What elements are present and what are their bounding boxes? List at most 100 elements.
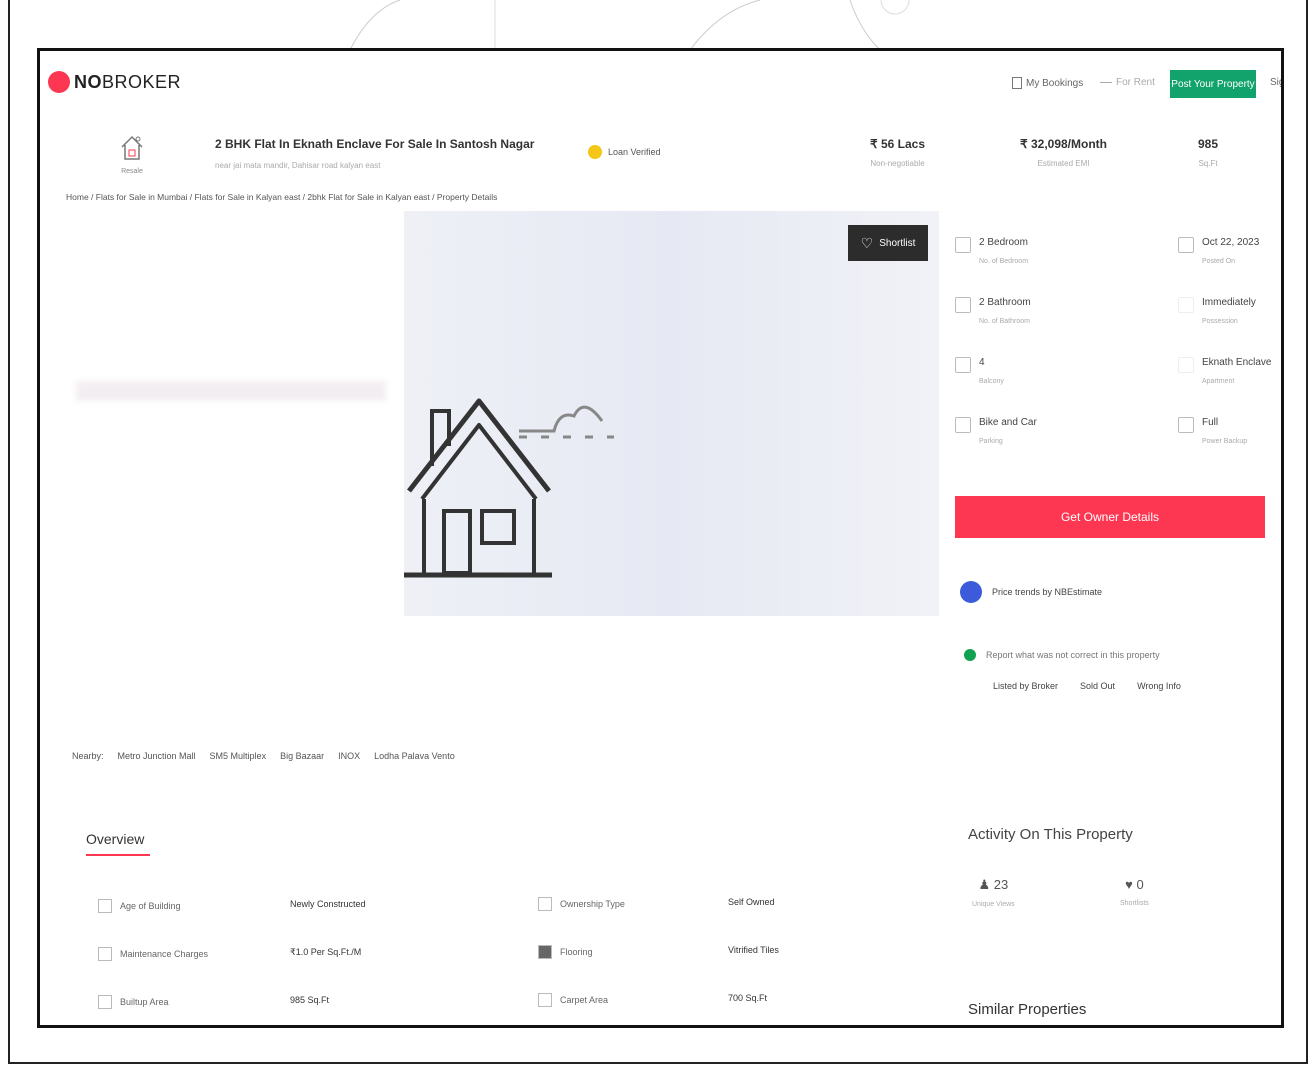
spec-bedroom-value: 2 Bedroom	[979, 237, 1028, 248]
unique-views-value: 23	[993, 877, 1009, 892]
nearby-places: Nearby: Metro Junction Mall SM5 Multiple…	[72, 751, 455, 761]
nearby-item[interactable]: Big Bazaar	[280, 751, 324, 761]
dash-icon	[1100, 82, 1112, 83]
price-value: ₹ 56 Lacs	[870, 137, 926, 151]
bed-icon	[955, 237, 971, 253]
nearby-item[interactable]: SM5 Multiplex	[210, 751, 267, 761]
logo-prefix: NO	[74, 71, 102, 92]
nearby-item[interactable]: Metro Junction Mall	[118, 751, 196, 761]
loan-verified-icon	[588, 145, 602, 159]
price-trends-label: Price trends by NBEstimate	[992, 587, 1103, 597]
overview-builtup-label-text: Builtup Area	[120, 997, 169, 1007]
spec-posted-value: Oct 22, 2023	[1202, 237, 1260, 248]
loan-verified-label: Loan Verified	[608, 147, 661, 157]
spec-balcony-label: Balcony	[979, 378, 1004, 385]
report-sold-out[interactable]: Sold Out	[1080, 681, 1115, 691]
maintenance-icon	[98, 947, 112, 961]
house-placeholder-icon	[404, 398, 614, 578]
blurred-text	[76, 381, 386, 401]
ownership-icon	[538, 897, 552, 911]
report-listed-by-broker[interactable]: Listed by Broker	[993, 681, 1058, 691]
price-block: ₹ 56 Lacs Non-negotiable	[870, 137, 925, 168]
spec-power-label: Power Backup	[1202, 438, 1248, 445]
overview-carpet-label-text: Carpet Area	[560, 995, 609, 1005]
spec-parking-label: Parking	[979, 438, 1003, 445]
overview-ownership-label: Ownership Type	[538, 897, 625, 911]
spec-possession: Immediately Possession	[1178, 297, 1256, 325]
breadcrumb[interactable]: Home / Flats for Sale in Mumbai / Flats …	[66, 192, 497, 202]
spec-bathroom-value: 2 Bathroom	[979, 297, 1031, 308]
overview-ownership-value: Self Owned	[728, 897, 775, 907]
spec-balcony-value: 4	[979, 357, 985, 368]
unique-views-label: Unique Views	[972, 901, 1015, 908]
overview-age-value: Newly Constructed	[290, 899, 366, 909]
building-icon	[1178, 357, 1194, 373]
activity-title: Activity On This Property	[968, 826, 1133, 843]
heart-filled-icon: ♥	[1125, 877, 1137, 892]
overview-flooring-label: Flooring	[538, 945, 593, 959]
property-address: near jai mata mandir, Dahisar road kalya…	[215, 161, 381, 170]
price-trends-link[interactable]: Price trends by NBEstimate	[960, 581, 1102, 603]
heart-icon: ♡	[860, 234, 874, 251]
spec-apartment-label: Apartment	[1202, 378, 1235, 385]
calendar-icon	[1178, 237, 1194, 253]
flooring-icon	[538, 945, 552, 959]
overview-builtup-value: 985 Sq.Ft	[290, 995, 330, 1005]
my-bookings-label: My Bookings	[1026, 77, 1084, 89]
carpet-area-icon	[538, 993, 552, 1007]
spec-posted-label: Posted On	[1202, 258, 1236, 265]
overview-age-label: Age of Building	[98, 899, 181, 913]
loan-verified-badge: Loan Verified	[588, 145, 661, 159]
area-value: 985	[1198, 137, 1219, 151]
power-icon	[1178, 417, 1194, 433]
spec-bathroom-label: No. of Bathroom	[979, 318, 1030, 325]
unique-views: ♟ 23 Unique Views	[972, 877, 1015, 908]
report-section: Report what was not correct in this prop…	[964, 649, 1160, 661]
shortlists-count: ♥ 0 Shortlists	[1120, 877, 1149, 907]
post-property-button[interactable]: Post Your Property	[1170, 70, 1256, 98]
spec-apartment-value: Eknath Enclave	[1202, 357, 1272, 368]
shortlist-button[interactable]: ♡ Shortlist	[848, 225, 928, 261]
spec-bathroom: 2 Bathroom No. of Bathroom	[955, 297, 1031, 325]
bath-icon	[955, 297, 971, 313]
nearby-item[interactable]: Lodha Palava Vento	[374, 751, 455, 761]
price-note: Non-negotiable	[870, 159, 925, 168]
overview-builtup-label: Builtup Area	[98, 995, 169, 1009]
report-wrong-info[interactable]: Wrong Info	[1137, 681, 1181, 691]
balcony-icon	[955, 357, 971, 373]
get-owner-details-button[interactable]: Get Owner Details	[955, 496, 1265, 538]
emi-note: Estimated EMI	[1037, 159, 1090, 168]
emi-block[interactable]: ₹ 32,098/Month Estimated EMI	[1020, 137, 1107, 168]
sign-in-link[interactable]: Sig	[1270, 77, 1281, 88]
report-text: Report what was not correct in this prop…	[986, 650, 1160, 660]
shortlists-label: Shortlists	[1120, 900, 1149, 907]
spec-bedroom: 2 Bedroom No. of Bedroom	[955, 237, 1028, 265]
nearby-item[interactable]: INOX	[338, 751, 360, 761]
shortlists-value: 0	[1136, 877, 1144, 892]
similar-properties-title: Similar Properties	[968, 1001, 1087, 1018]
overview-age-label-text: Age of Building	[120, 901, 181, 911]
for-rent-label: For Rent	[1116, 77, 1155, 88]
overview-tab[interactable]: Overview	[86, 831, 144, 847]
overview-flooring-value: Vitrified Tiles	[728, 945, 779, 955]
for-rent-link[interactable]: For Rent	[1100, 77, 1155, 88]
spec-balcony: 4 Balcony	[955, 357, 1004, 385]
spec-posted-on: Oct 22, 2023 Posted On	[1178, 237, 1259, 265]
shortlist-label: Shortlist	[879, 237, 916, 249]
spec-parking-value: Bike and Car	[979, 417, 1037, 428]
nobroker-logo[interactable]: NOBROKER	[48, 71, 181, 93]
spec-power-backup: Full Power Backup	[1178, 417, 1247, 445]
area-unit: Sq.Ft	[1198, 159, 1218, 168]
my-bookings-link[interactable]: My Bookings	[1012, 77, 1083, 89]
spec-possession-value: Immediately	[1202, 297, 1256, 308]
spec-power-value: Full	[1202, 417, 1219, 428]
key-icon	[1178, 297, 1194, 313]
property-gallery[interactable]	[404, 211, 939, 616]
building-age-icon	[98, 899, 112, 913]
spec-bedroom-label: No. of Bedroom	[979, 258, 1029, 265]
resale-badge: Resale	[110, 133, 154, 175]
overview-carpet-label: Carpet Area	[538, 993, 608, 1007]
overview-maintenance-value: ₹1.0 Per Sq.Ft./M	[290, 947, 362, 957]
overview-maintenance-label: Maintenance Charges	[98, 947, 208, 961]
resale-label: Resale	[121, 168, 143, 175]
